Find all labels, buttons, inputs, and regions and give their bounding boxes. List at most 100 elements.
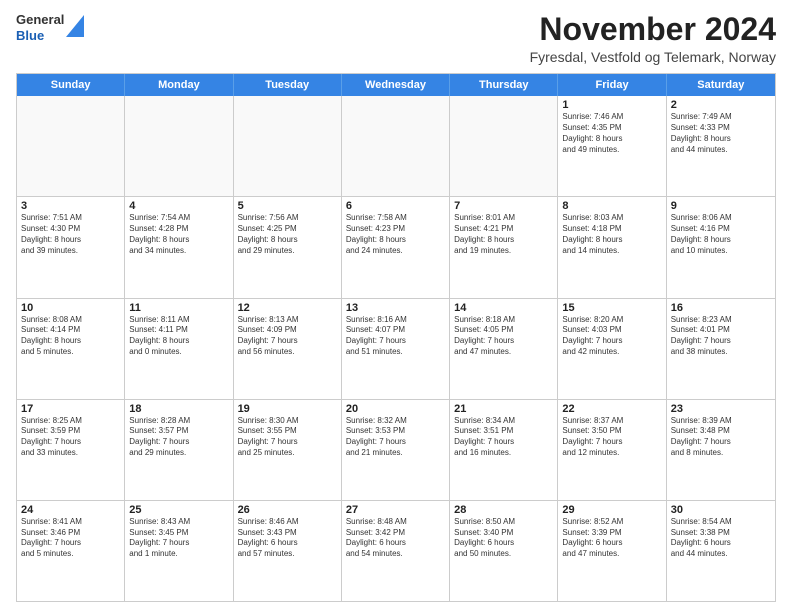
month-title: November 2024 [530, 12, 776, 47]
day-info: Sunrise: 7:54 AM Sunset: 4:28 PM Dayligh… [129, 213, 228, 256]
day-info: Sunrise: 7:49 AM Sunset: 4:33 PM Dayligh… [671, 112, 771, 155]
day-number: 9 [671, 200, 771, 212]
day-number: 8 [562, 200, 661, 212]
day-number: 7 [454, 200, 553, 212]
day-number: 16 [671, 302, 771, 314]
day-number: 24 [21, 504, 120, 516]
weekday-header: Saturday [667, 74, 775, 96]
calendar-cell: 4Sunrise: 7:54 AM Sunset: 4:28 PM Daylig… [125, 197, 233, 297]
weekday-header: Thursday [450, 74, 558, 96]
day-info: Sunrise: 8:48 AM Sunset: 3:42 PM Dayligh… [346, 517, 445, 560]
calendar-cell: 21Sunrise: 8:34 AM Sunset: 3:51 PM Dayli… [450, 400, 558, 500]
day-info: Sunrise: 8:41 AM Sunset: 3:46 PM Dayligh… [21, 517, 120, 560]
day-number: 2 [671, 99, 771, 111]
day-info: Sunrise: 8:20 AM Sunset: 4:03 PM Dayligh… [562, 315, 661, 358]
day-info: Sunrise: 8:25 AM Sunset: 3:59 PM Dayligh… [21, 416, 120, 459]
day-number: 23 [671, 403, 771, 415]
calendar-cell: 22Sunrise: 8:37 AM Sunset: 3:50 PM Dayli… [558, 400, 666, 500]
logo: General Blue [16, 12, 84, 43]
day-info: Sunrise: 8:16 AM Sunset: 4:07 PM Dayligh… [346, 315, 445, 358]
calendar-cell: 2Sunrise: 7:49 AM Sunset: 4:33 PM Daylig… [667, 96, 775, 196]
day-info: Sunrise: 8:01 AM Sunset: 4:21 PM Dayligh… [454, 213, 553, 256]
calendar: SundayMondayTuesdayWednesdayThursdayFrid… [16, 73, 776, 602]
calendar-cell: 27Sunrise: 8:48 AM Sunset: 3:42 PM Dayli… [342, 501, 450, 601]
day-info: Sunrise: 8:50 AM Sunset: 3:40 PM Dayligh… [454, 517, 553, 560]
day-info: Sunrise: 8:18 AM Sunset: 4:05 PM Dayligh… [454, 315, 553, 358]
calendar-cell: 7Sunrise: 8:01 AM Sunset: 4:21 PM Daylig… [450, 197, 558, 297]
day-info: Sunrise: 8:52 AM Sunset: 3:39 PM Dayligh… [562, 517, 661, 560]
calendar-cell: 8Sunrise: 8:03 AM Sunset: 4:18 PM Daylig… [558, 197, 666, 297]
weekday-header: Wednesday [342, 74, 450, 96]
day-number: 14 [454, 302, 553, 314]
day-number: 6 [346, 200, 445, 212]
day-number: 3 [21, 200, 120, 212]
day-number: 19 [238, 403, 337, 415]
logo-icon [66, 15, 84, 37]
calendar-row: 17Sunrise: 8:25 AM Sunset: 3:59 PM Dayli… [17, 400, 775, 501]
calendar-cell: 1Sunrise: 7:46 AM Sunset: 4:35 PM Daylig… [558, 96, 666, 196]
logo-text: General Blue [16, 12, 64, 43]
calendar-cell: 30Sunrise: 8:54 AM Sunset: 3:38 PM Dayli… [667, 501, 775, 601]
header: General Blue November 2024 Fyresdal, Ves… [16, 12, 776, 65]
calendar-cell: 28Sunrise: 8:50 AM Sunset: 3:40 PM Dayli… [450, 501, 558, 601]
day-number: 28 [454, 504, 553, 516]
calendar-cell: 13Sunrise: 8:16 AM Sunset: 4:07 PM Dayli… [342, 299, 450, 399]
weekday-header: Friday [558, 74, 666, 96]
day-number: 11 [129, 302, 228, 314]
calendar-cell: 24Sunrise: 8:41 AM Sunset: 3:46 PM Dayli… [17, 501, 125, 601]
day-info: Sunrise: 8:54 AM Sunset: 3:38 PM Dayligh… [671, 517, 771, 560]
calendar-cell: 6Sunrise: 7:58 AM Sunset: 4:23 PM Daylig… [342, 197, 450, 297]
day-number: 10 [21, 302, 120, 314]
day-info: Sunrise: 8:06 AM Sunset: 4:16 PM Dayligh… [671, 213, 771, 256]
calendar-cell [17, 96, 125, 196]
calendar-cell: 26Sunrise: 8:46 AM Sunset: 3:43 PM Dayli… [234, 501, 342, 601]
day-number: 21 [454, 403, 553, 415]
day-number: 5 [238, 200, 337, 212]
day-number: 13 [346, 302, 445, 314]
day-info: Sunrise: 7:46 AM Sunset: 4:35 PM Dayligh… [562, 112, 661, 155]
day-info: Sunrise: 8:39 AM Sunset: 3:48 PM Dayligh… [671, 416, 771, 459]
calendar-cell: 10Sunrise: 8:08 AM Sunset: 4:14 PM Dayli… [17, 299, 125, 399]
calendar-row: 24Sunrise: 8:41 AM Sunset: 3:46 PM Dayli… [17, 501, 775, 601]
day-number: 20 [346, 403, 445, 415]
calendar-cell [234, 96, 342, 196]
subtitle: Fyresdal, Vestfold og Telemark, Norway [530, 49, 776, 65]
calendar-cell [125, 96, 233, 196]
calendar-cell: 5Sunrise: 7:56 AM Sunset: 4:25 PM Daylig… [234, 197, 342, 297]
calendar-cell: 9Sunrise: 8:06 AM Sunset: 4:16 PM Daylig… [667, 197, 775, 297]
calendar-cell: 19Sunrise: 8:30 AM Sunset: 3:55 PM Dayli… [234, 400, 342, 500]
weekday-header: Monday [125, 74, 233, 96]
calendar-cell: 23Sunrise: 8:39 AM Sunset: 3:48 PM Dayli… [667, 400, 775, 500]
calendar-cell: 25Sunrise: 8:43 AM Sunset: 3:45 PM Dayli… [125, 501, 233, 601]
calendar-cell: 12Sunrise: 8:13 AM Sunset: 4:09 PM Dayli… [234, 299, 342, 399]
weekday-header: Sunday [17, 74, 125, 96]
calendar-cell: 18Sunrise: 8:28 AM Sunset: 3:57 PM Dayli… [125, 400, 233, 500]
calendar-cell: 11Sunrise: 8:11 AM Sunset: 4:11 PM Dayli… [125, 299, 233, 399]
calendar-cell: 14Sunrise: 8:18 AM Sunset: 4:05 PM Dayli… [450, 299, 558, 399]
day-number: 12 [238, 302, 337, 314]
day-info: Sunrise: 8:28 AM Sunset: 3:57 PM Dayligh… [129, 416, 228, 459]
page: General Blue November 2024 Fyresdal, Ves… [0, 0, 792, 612]
day-number: 26 [238, 504, 337, 516]
calendar-cell: 20Sunrise: 8:32 AM Sunset: 3:53 PM Dayli… [342, 400, 450, 500]
day-number: 22 [562, 403, 661, 415]
day-info: Sunrise: 7:58 AM Sunset: 4:23 PM Dayligh… [346, 213, 445, 256]
calendar-cell: 15Sunrise: 8:20 AM Sunset: 4:03 PM Dayli… [558, 299, 666, 399]
calendar-cell: 3Sunrise: 7:51 AM Sunset: 4:30 PM Daylig… [17, 197, 125, 297]
day-info: Sunrise: 8:13 AM Sunset: 4:09 PM Dayligh… [238, 315, 337, 358]
day-info: Sunrise: 8:03 AM Sunset: 4:18 PM Dayligh… [562, 213, 661, 256]
calendar-row: 3Sunrise: 7:51 AM Sunset: 4:30 PM Daylig… [17, 197, 775, 298]
day-info: Sunrise: 8:32 AM Sunset: 3:53 PM Dayligh… [346, 416, 445, 459]
day-number: 18 [129, 403, 228, 415]
day-number: 15 [562, 302, 661, 314]
weekday-header: Tuesday [234, 74, 342, 96]
calendar-header: SundayMondayTuesdayWednesdayThursdayFrid… [17, 74, 775, 96]
calendar-cell: 29Sunrise: 8:52 AM Sunset: 3:39 PM Dayli… [558, 501, 666, 601]
day-number: 27 [346, 504, 445, 516]
day-number: 30 [671, 504, 771, 516]
calendar-cell: 16Sunrise: 8:23 AM Sunset: 4:01 PM Dayli… [667, 299, 775, 399]
day-number: 25 [129, 504, 228, 516]
day-number: 4 [129, 200, 228, 212]
day-info: Sunrise: 8:34 AM Sunset: 3:51 PM Dayligh… [454, 416, 553, 459]
day-info: Sunrise: 8:43 AM Sunset: 3:45 PM Dayligh… [129, 517, 228, 560]
